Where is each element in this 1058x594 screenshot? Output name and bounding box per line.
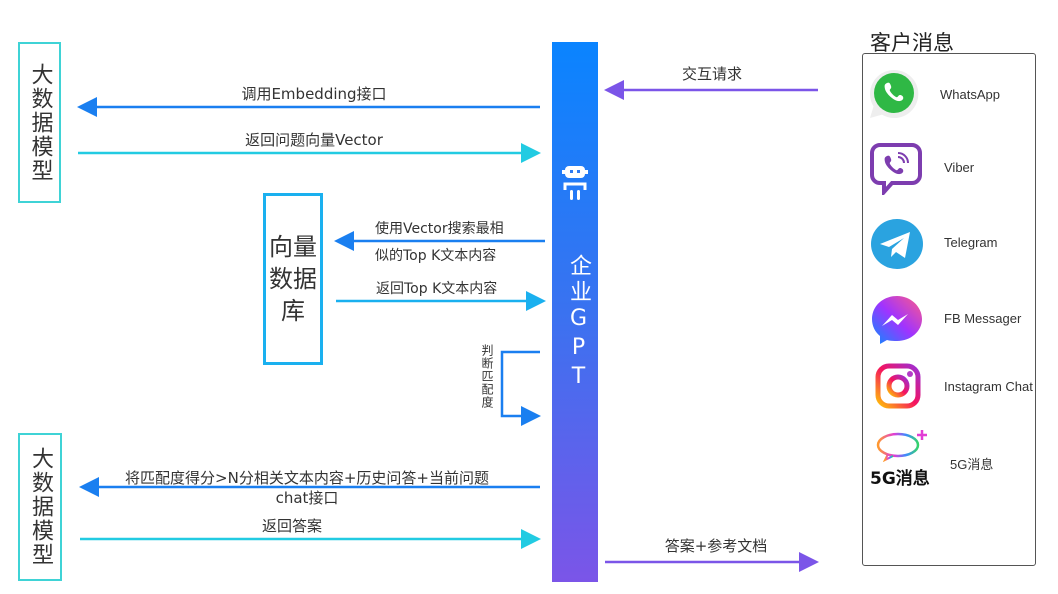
chat-label-line1: 将匹配度得分>N分相关文本内容+历史问答+当前问题 [125, 469, 489, 487]
return-answer-label: 返回答案 [261, 517, 323, 535]
answer-docs-label: 答案+参考文档 [664, 537, 768, 555]
chat-label-line2: chat接口 [275, 489, 339, 507]
return-topk-label: 返回Top K文本内容 [376, 281, 498, 297]
5g-logo-text: 5G消息 [870, 469, 930, 489]
judge-match-arrow [500, 350, 541, 426]
instagram-icon[interactable] [875, 363, 921, 409]
viber-icon[interactable] [870, 141, 922, 195]
5g-bubble-icon [876, 430, 927, 462]
judge-match-label: 判断匹配度 [480, 344, 494, 409]
whatsapp-icon[interactable] [866, 66, 922, 122]
instagram-chat-label: Instagram Chat [944, 379, 1033, 394]
5g-message-label: 5G消息 [950, 457, 994, 472]
interaction-request-label: 交互请求 [681, 65, 743, 83]
telegram-label: Telegram [944, 235, 998, 250]
search-label-line2: 似的Top K文本内容 [375, 248, 497, 264]
messenger-icon[interactable] [870, 294, 924, 346]
search-label-line1: 使用Vector搜索最相 [375, 221, 504, 237]
embedding-label: 调用Embedding接口 [241, 85, 387, 103]
viber-label: Viber [944, 160, 975, 175]
fb-messager-label: FB Messager [944, 311, 1022, 326]
5g-message-icon[interactable]: 5G消息 [868, 428, 932, 489]
telegram-icon[interactable] [870, 218, 924, 270]
return-vector-label: 返回问题向量Vector [245, 131, 383, 149]
whatsapp-label: WhatsApp [940, 87, 1000, 102]
